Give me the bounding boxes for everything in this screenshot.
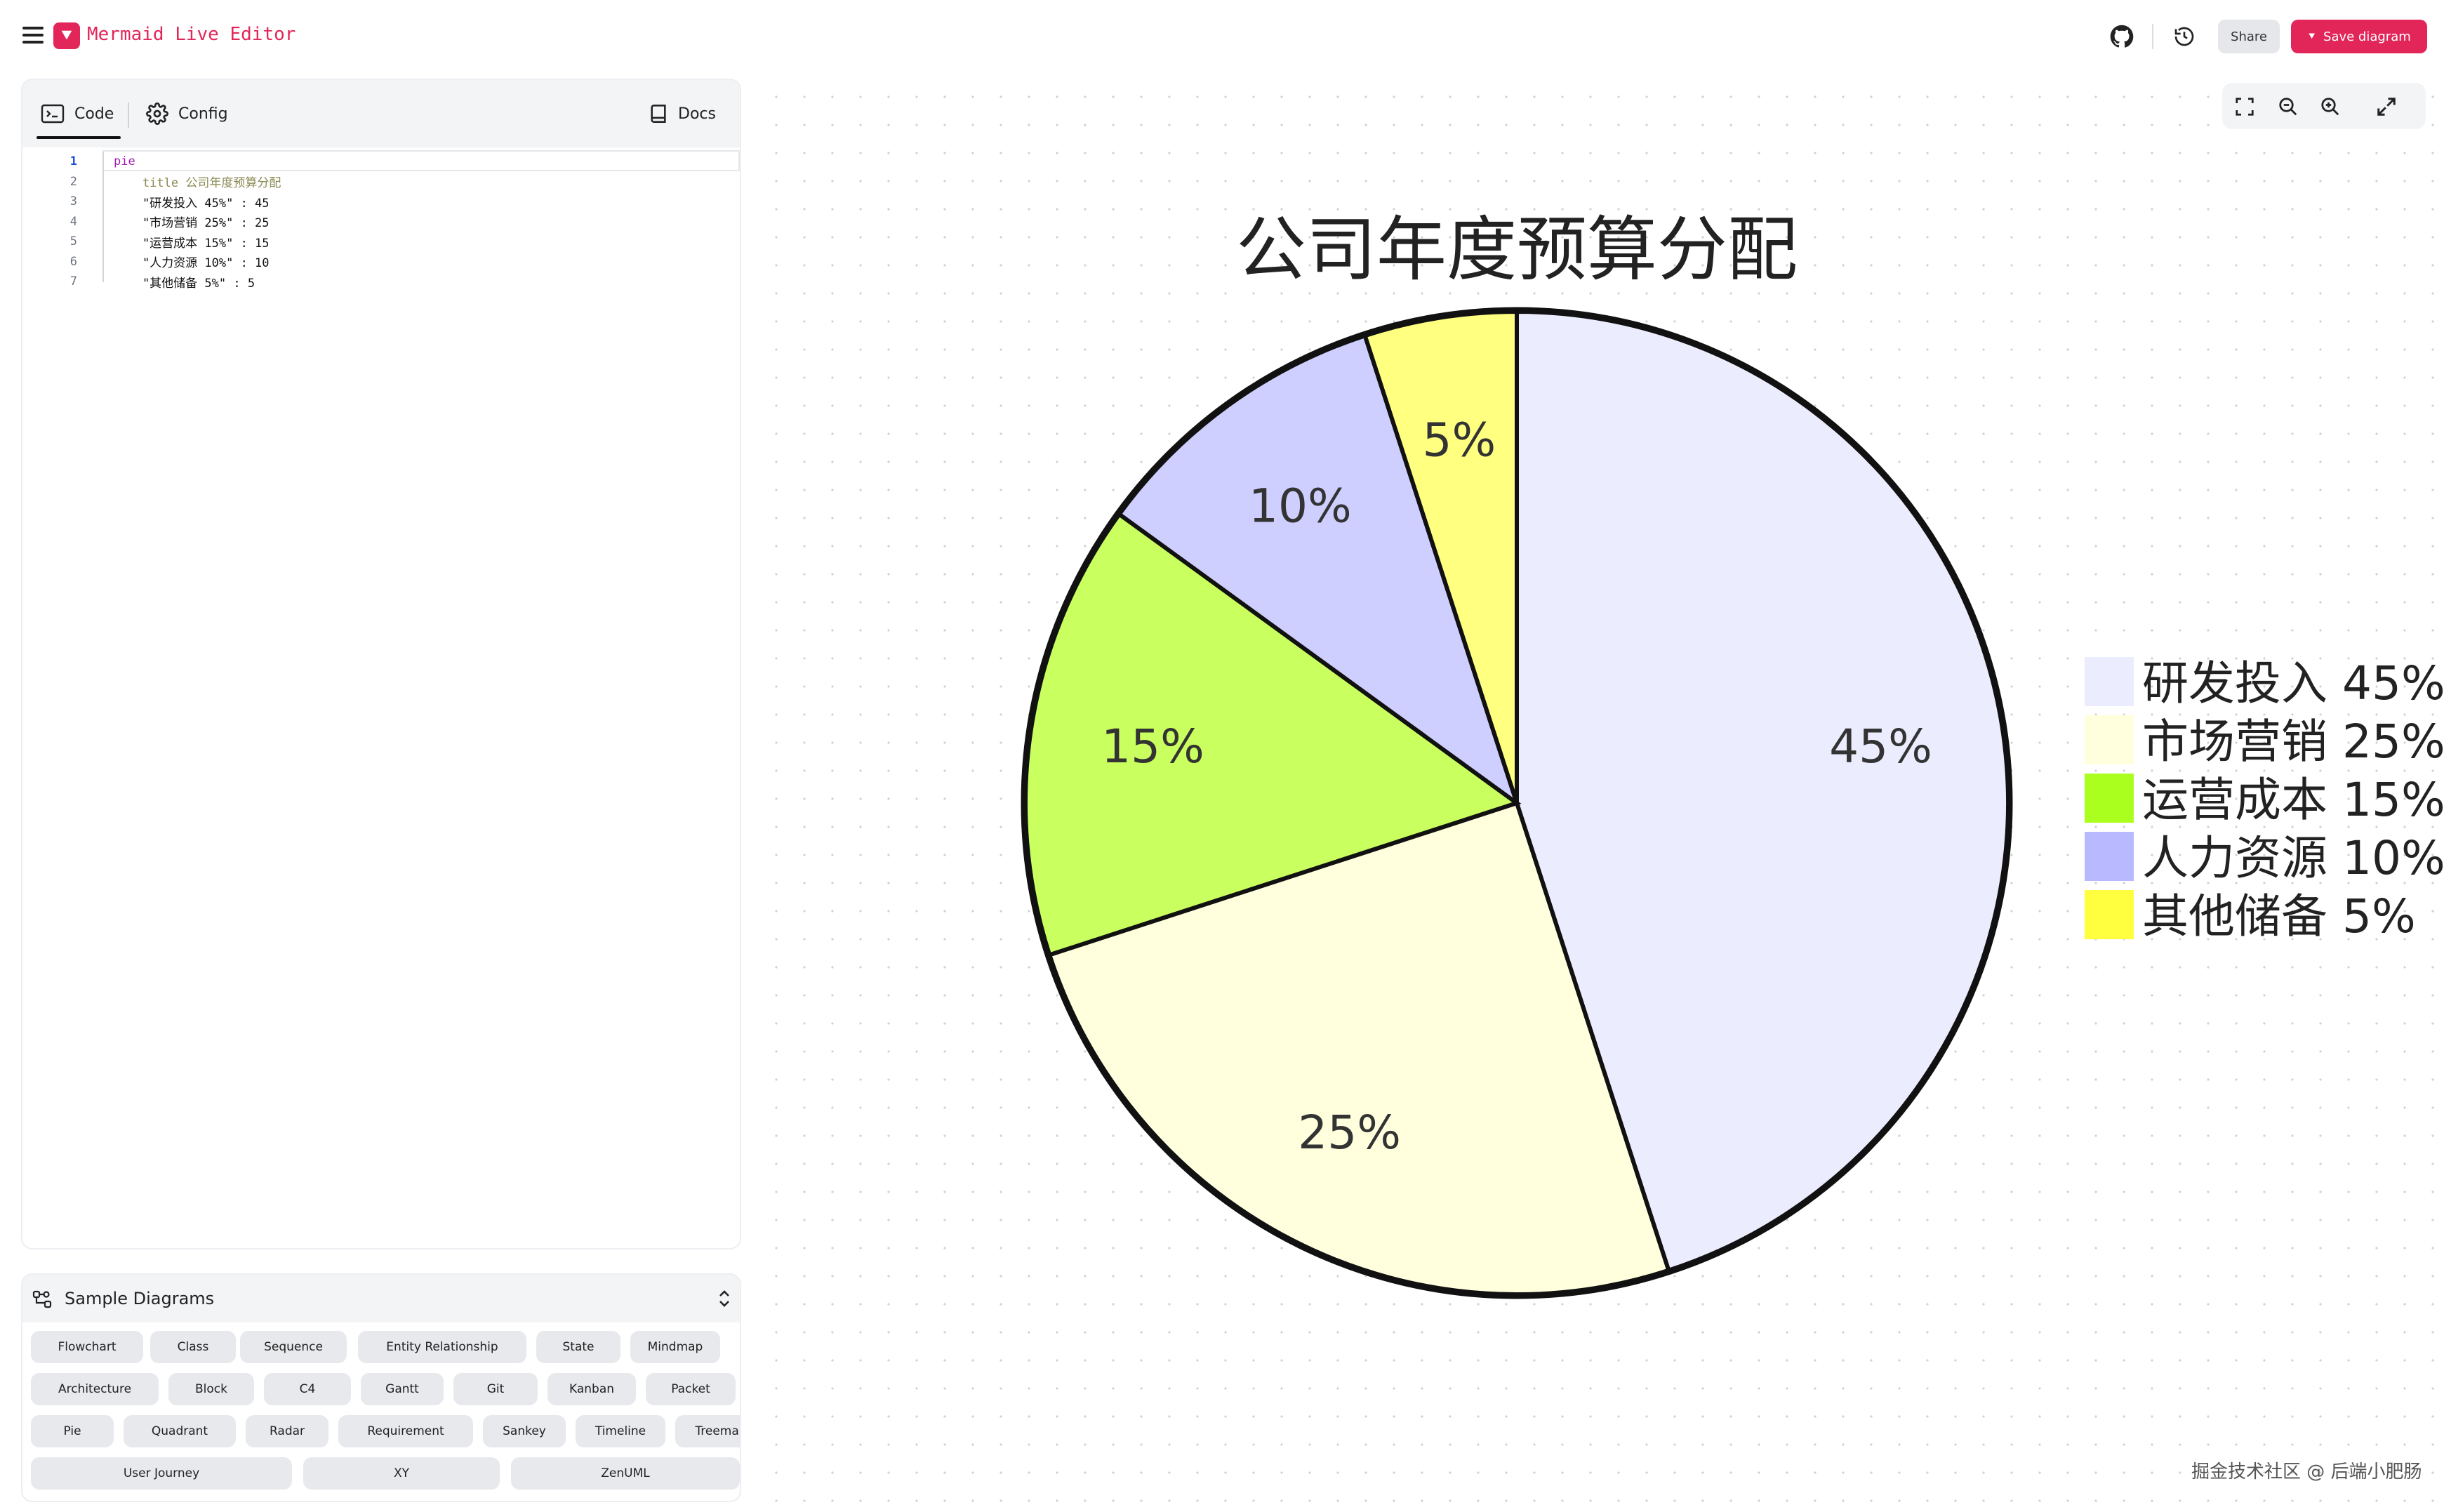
sample-chip-xy[interactable]: XY: [303, 1457, 500, 1490]
mermaid-small-icon: ⯆: [2307, 29, 2317, 43]
sample-chip-zenuml[interactable]: ZenUML: [511, 1457, 740, 1490]
sample-chip-gantt[interactable]: Gantt: [361, 1373, 444, 1405]
code-line: 3 "研发投入 45%" : 45: [22, 192, 740, 212]
fit-screen-icon[interactable]: [2231, 93, 2259, 121]
sample-chip-block[interactable]: Block: [168, 1373, 254, 1405]
menu-icon[interactable]: [22, 27, 44, 44]
sample-chip-state[interactable]: State: [536, 1331, 620, 1363]
line-number: 5: [69, 234, 77, 249]
code-line: 2 title 公司年度预算分配: [22, 172, 740, 192]
github-icon[interactable]: [2108, 22, 2136, 51]
sample-chip-quadrant[interactable]: Quadrant: [124, 1415, 236, 1447]
zoom-toolbar: [2222, 83, 2426, 129]
tab-divider: [128, 102, 129, 128]
editor-tabs: Code Config Docs: [22, 80, 740, 147]
sample-chip-mindmap[interactable]: Mindmap: [630, 1331, 720, 1363]
code-text: "研发投入 45%" : 45: [114, 196, 270, 211]
sample-chip-timeline[interactable]: Timeline: [576, 1415, 665, 1447]
code-text: "其他储备 5%" : 5: [114, 276, 255, 291]
zoom-in-icon[interactable]: [2316, 93, 2344, 121]
zoom-out-icon[interactable]: [2274, 93, 2302, 121]
docs-label: Docs: [678, 105, 716, 123]
sample-chip-treemap[interactable]: Treemap: [675, 1415, 740, 1447]
sample-chip-entity-relationship[interactable]: Entity Relationship: [358, 1331, 526, 1363]
sample-chip-architecture[interactable]: Architecture: [31, 1373, 159, 1405]
current-line-highlight: [102, 150, 740, 171]
sample-chip-c4[interactable]: C4: [264, 1373, 351, 1405]
code-text: "人力资源 10%" : 10: [114, 256, 270, 271]
sample-chip-sankey[interactable]: Sankey: [483, 1415, 566, 1447]
docs-link[interactable]: Docs: [649, 97, 716, 131]
sample-diagrams-panel: Sample Diagrams Flowchart Class Sequence En…: [21, 1273, 741, 1502]
code-text: "运营成本 15%" : 15: [114, 236, 270, 251]
tab-code[interactable]: Code: [36, 97, 121, 139]
sample-chip-user-journey[interactable]: User Journey: [31, 1457, 292, 1490]
diagram-icon: [32, 1290, 52, 1308]
line-number: 3: [69, 194, 77, 209]
watermark: 掘金技术社区 @ 后端小肥肠: [2191, 1461, 2422, 1483]
code-editor[interactable]: 1 pie 2 title 公司年度预算分配 3 "研发投入 45%" : 45 …: [22, 147, 740, 292]
collapse-icon[interactable]: [717, 1289, 731, 1308]
share-button[interactable]: Share: [2218, 20, 2280, 53]
diagram-preview[interactable]: [755, 73, 2444, 1512]
history-icon[interactable]: [2170, 22, 2198, 51]
gear-icon: [146, 102, 168, 125]
save-diagram-label: Save diagram: [2323, 29, 2411, 44]
app-title: Mermaid Live Editor: [87, 24, 296, 45]
tab-code-label: Code: [74, 105, 114, 123]
mermaid-logo-icon: ⯆: [53, 22, 80, 49]
line-number: 6: [69, 254, 77, 269]
tab-config[interactable]: Config: [146, 97, 228, 131]
sample-chip-requirement[interactable]: Requirement: [338, 1415, 473, 1447]
code-line: 7 "其他储备 5%" : 5: [22, 272, 740, 292]
sample-chip-flowchart[interactable]: Flowchart: [31, 1331, 143, 1363]
code-line: 4 "市场营销 25%" : 25: [22, 212, 740, 232]
line-number: 7: [69, 274, 77, 289]
tab-config-label: Config: [178, 105, 228, 123]
line-number: 4: [69, 214, 77, 229]
line-number: 2: [69, 174, 77, 189]
sample-chip-kanban[interactable]: Kanban: [547, 1373, 636, 1405]
code-line: 6 "人力资源 10%" : 10: [22, 252, 740, 272]
code-line: 5 "运营成本 15%" : 15: [22, 232, 740, 252]
sample-diagrams-title: Sample Diagrams: [65, 1289, 215, 1308]
book-icon: [651, 105, 666, 123]
save-diagram-button[interactable]: ⯆ Save diagram: [2291, 20, 2427, 53]
expand-icon[interactable]: [2372, 93, 2400, 121]
sample-chip-radar[interactable]: Radar: [246, 1415, 328, 1447]
sample-chip-git[interactable]: Git: [453, 1373, 538, 1405]
sample-chip-pie[interactable]: Pie: [31, 1415, 114, 1447]
sample-chip-packet[interactable]: Packet: [646, 1373, 736, 1405]
code-text: "市场营销 25%" : 25: [114, 216, 270, 231]
sample-diagrams-header[interactable]: Sample Diagrams: [22, 1275, 740, 1322]
editor-panel: Code Config Docs 1 pie 2 title 公司年度预算分配 3…: [21, 79, 741, 1249]
indent-guide: [102, 152, 104, 282]
code-text: title 公司年度预算分配: [114, 176, 281, 191]
sample-chip-sequence[interactable]: Sequence: [240, 1331, 347, 1363]
line-number: 1: [69, 154, 77, 169]
top-bar: ⯆ Mermaid Live Editor Share ⯆ Save diagr…: [0, 0, 2444, 73]
sample-chip-class[interactable]: Class: [150, 1331, 236, 1363]
code-icon: [41, 104, 65, 124]
divider: [2152, 24, 2153, 49]
